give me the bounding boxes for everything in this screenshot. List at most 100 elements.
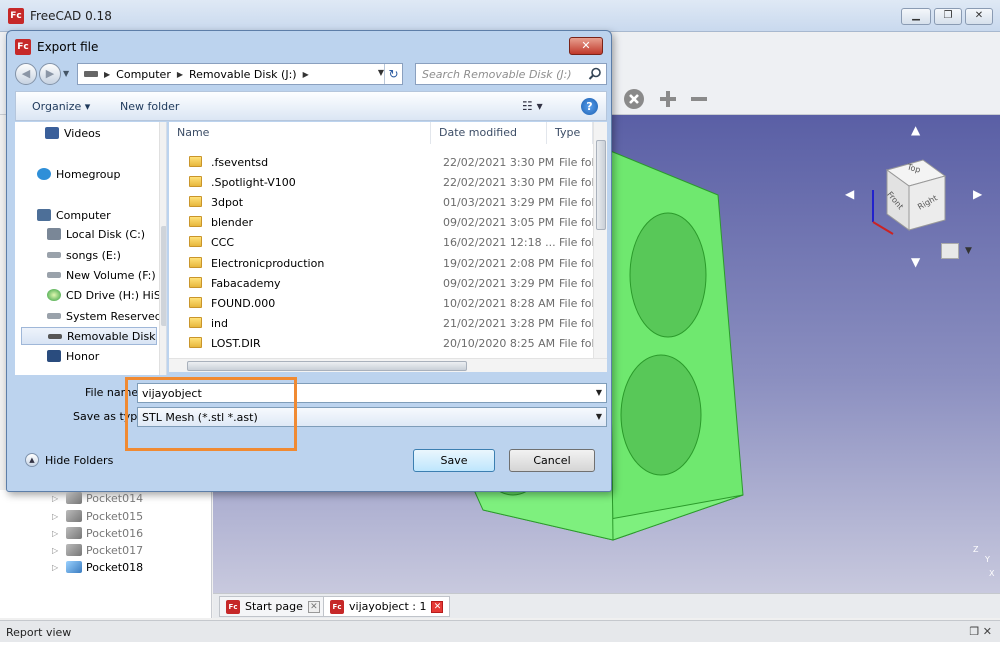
minus-icon[interactable] <box>688 88 710 110</box>
column-header-date[interactable]: Date modified <box>431 122 547 144</box>
dialog-close-button[interactable]: ✕ <box>569 37 603 55</box>
file-type: File fol <box>559 196 593 209</box>
dialog-title-bar[interactable]: Fc Export file ✕ <box>7 31 611 61</box>
help-icon[interactable]: ? <box>581 98 598 115</box>
folder-icon <box>189 196 202 207</box>
file-name: blender <box>211 216 254 229</box>
file-row[interactable]: blender 09/02/2021 3:05 PM File fol <box>169 212 593 232</box>
file-row[interactable]: Fabacademy 09/02/2021 3:29 PM File fol <box>169 273 593 293</box>
scrollbar-thumb[interactable] <box>187 361 467 371</box>
nav-item-honor[interactable]: Honor <box>47 347 99 365</box>
navcube-arrow-down-icon[interactable]: ▼ <box>911 255 920 269</box>
expand-arrow-icon[interactable]: ▷ <box>52 512 62 521</box>
file-row[interactable]: Electronicproduction 19/02/2021 2:08 PM … <box>169 253 593 273</box>
nav-item-system-reserved[interactable]: System Reserved <box>47 307 162 325</box>
nav-pane-scrollbar[interactable] <box>159 122 166 375</box>
navigation-pane[interactable]: Videos Homegroup Computer Local Disk (C:… <box>15 122 167 375</box>
file-row[interactable]: .Spotlight-V100 22/02/2021 3:30 PM File … <box>169 172 593 192</box>
scrollbar-thumb[interactable] <box>161 226 166 326</box>
cancel-circle-icon[interactable] <box>623 88 645 110</box>
drive-icon <box>84 71 98 77</box>
change-view-icon[interactable]: ☷ ▾ <box>522 99 543 113</box>
new-folder-button[interactable]: New folder <box>120 100 179 113</box>
nav-item-label: Videos <box>64 126 101 140</box>
hide-folders-toggle[interactable]: ▲ Hide Folders <box>25 453 113 467</box>
close-tab-icon[interactable]: ✕ <box>431 600 444 613</box>
nav-item-cd-drive[interactable]: CD Drive (H:) HiS <box>47 286 161 304</box>
nav-item-homegroup[interactable]: Homegroup <box>37 165 120 183</box>
plus-icon[interactable] <box>657 88 679 110</box>
expand-arrow-icon[interactable]: ▷ <box>52 494 62 503</box>
chevron-down-icon[interactable]: ▼ <box>596 388 602 397</box>
nav-item-label: songs (E:) <box>66 248 121 262</box>
pocket-feature-icon <box>66 492 82 504</box>
navigation-cube[interactable]: Top Front Right <box>863 150 959 246</box>
file-row[interactable]: CCC 16/02/2021 12:18 ... File fol <box>169 232 593 252</box>
folder-icon <box>189 156 202 167</box>
search-input[interactable]: Search Removable Disk (J:) <box>415 63 607 85</box>
file-row[interactable]: ind 21/02/2021 3:28 PM File fol <box>169 313 593 333</box>
tree-item-pocket[interactable]: ▷ Pocket016 <box>52 525 143 541</box>
close-app-button[interactable]: ✕ <box>965 8 993 25</box>
cancel-button[interactable]: Cancel <box>509 449 595 472</box>
nav-item-label: Homegroup <box>56 167 121 181</box>
save-button[interactable]: Save <box>413 449 495 472</box>
address-bar[interactable]: ▶ Computer ▶ Removable Disk (J:) ▶ ▼ ↻ <box>77 63 403 85</box>
scrollbar-thumb[interactable] <box>596 140 606 230</box>
tab-start-page[interactable]: Fc Start page ✕ <box>219 596 327 617</box>
tree-item-label: Pocket014 <box>86 491 144 505</box>
breadcrumb-arrow-icon[interactable]: ▶ <box>104 70 110 79</box>
file-list-horizontal-scrollbar[interactable] <box>169 358 607 372</box>
tab-vijayobject[interactable]: Fc vijayobject : 1 ✕ <box>323 596 451 617</box>
file-name: ind <box>211 317 229 330</box>
view-menu-dropdown-icon[interactable]: ▼ <box>965 246 972 256</box>
nav-item-label: Local Disk (C:) <box>66 227 146 241</box>
chevron-down-icon[interactable]: ▼ <box>596 412 602 421</box>
freecad-logo-icon: Fc <box>15 39 31 55</box>
file-list[interactable]: Name Date modified Type .fseventsd 22/02… <box>169 122 607 372</box>
nav-item-local-disk[interactable]: Local Disk (C:) <box>47 225 145 243</box>
homegroup-icon <box>37 168 51 180</box>
file-date: 10/02/2021 8:28 AM <box>443 297 556 310</box>
expand-arrow-icon[interactable]: ▷ <box>52 529 62 538</box>
report-view-controls-icon[interactable]: ❐ ✕ <box>969 625 992 638</box>
nav-item-computer[interactable]: Computer <box>37 206 111 224</box>
expand-arrow-icon[interactable]: ▷ <box>52 546 62 555</box>
navcube-arrow-up-icon[interactable]: ▲ <box>911 123 920 137</box>
expand-arrow-icon[interactable]: ▷ <box>52 563 62 572</box>
file-row[interactable]: FOUND.000 10/02/2021 8:28 AM File fol <box>169 293 593 313</box>
tree-item-pocket[interactable]: ▷ Pocket015 <box>52 508 143 524</box>
file-row[interactable]: LOST.DIR 20/10/2020 8:25 AM File fol <box>169 333 593 353</box>
breadcrumb-computer[interactable]: Computer <box>116 68 171 81</box>
navcube-arrow-left-icon[interactable]: ◀ <box>845 187 854 201</box>
tree-item-pocket[interactable]: ▷ Pocket017 <box>52 542 143 558</box>
breadcrumb-arrow-icon[interactable]: ▶ <box>303 70 309 79</box>
column-header-type[interactable]: Type <box>547 122 593 144</box>
nav-item-removable-disk[interactable]: Removable Disk ( <box>21 327 163 345</box>
nav-item-new-volume[interactable]: New Volume (F:) <box>47 266 156 284</box>
back-arrow-icon[interactable]: ◀ <box>15 63 37 85</box>
file-date: 22/02/2021 3:30 PM <box>443 156 555 169</box>
minimize-button[interactable]: ▁ <box>901 8 931 25</box>
close-tab-icon[interactable]: ✕ <box>307 600 320 613</box>
forward-arrow-icon[interactable]: ▶ <box>39 63 61 85</box>
navcube-arrow-right-icon[interactable]: ▶ <box>973 187 982 201</box>
file-name-input[interactable]: vijayobject ▼ <box>137 383 607 403</box>
tree-item-pocket[interactable]: ▷ Pocket018 <box>52 559 143 575</box>
file-list-vertical-scrollbar[interactable] <box>593 122 607 358</box>
organize-menu[interactable]: Organize ▾ <box>32 100 90 113</box>
view-menu-cube-icon[interactable] <box>941 243 959 259</box>
breadcrumb-arrow-icon[interactable]: ▶ <box>177 70 183 79</box>
nav-item-videos[interactable]: Videos <box>45 124 101 142</box>
file-row[interactable]: 3dpot 01/03/2021 3:29 PM File fol <box>169 192 593 212</box>
refresh-icon[interactable]: ↻ <box>384 64 402 84</box>
tree-item-pocket[interactable]: ▷ Pocket014 <box>52 490 143 506</box>
breadcrumb-drive[interactable]: Removable Disk (J:) <box>189 68 297 81</box>
save-as-type-select[interactable]: STL Mesh (*.stl *.ast) ▼ <box>137 407 607 427</box>
restore-icon[interactable]: ❐ <box>934 8 962 25</box>
nav-item-songs[interactable]: songs (E:) <box>47 246 121 264</box>
search-icon[interactable] <box>588 67 602 81</box>
file-row[interactable]: .fseventsd 22/02/2021 3:30 PM File fol <box>169 152 593 172</box>
history-dropdown-icon[interactable]: ▼ <box>63 69 69 78</box>
column-header-name[interactable]: Name <box>169 122 431 144</box>
